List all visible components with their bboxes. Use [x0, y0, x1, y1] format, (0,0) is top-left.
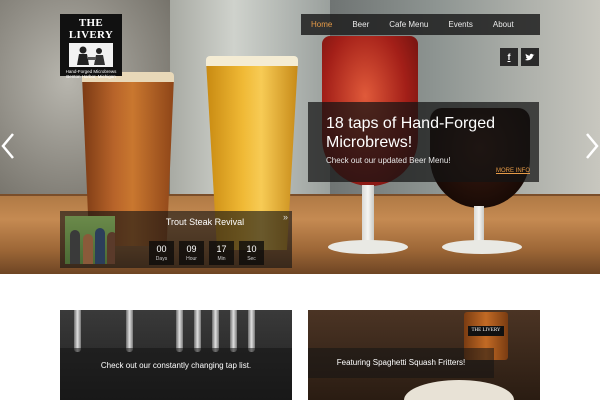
- chevron-left-icon[interactable]: [0, 132, 16, 165]
- event-countdown-widget: Trout Steak Revival » 00 Days 09 Hour 17…: [60, 211, 292, 268]
- countdown-days-unit: Days: [155, 256, 168, 262]
- countdown-seconds-unit: Sec: [247, 256, 256, 262]
- countdown-days: 00 Days: [149, 241, 174, 265]
- dark-goblet-base: [442, 240, 522, 254]
- cafe-special-card[interactable]: THE LIVERY Featuring Spaghetti Squash Fr…: [308, 310, 540, 400]
- mug-logo: THE LIVERY: [468, 326, 504, 336]
- beer-tap: [230, 310, 237, 352]
- slide-title: 18 taps of Hand-Forged Microbrews!: [326, 115, 495, 151]
- beer-tap: [212, 310, 219, 352]
- event-thumbnail[interactable]: [65, 216, 115, 264]
- countdown-hours: 09 Hour: [179, 241, 204, 265]
- facebook-icon[interactable]: f: [500, 48, 518, 66]
- slide-subtitle: Check out our updated Beer Menu!: [326, 156, 451, 165]
- countdown-minutes: 17 Min: [209, 241, 234, 265]
- main-navigation: Home Beer Cafe Menu Events About: [301, 14, 540, 35]
- beer-tap: [74, 310, 81, 352]
- logo-illustration: [69, 43, 113, 67]
- nav-item-cafe-menu[interactable]: Cafe Menu: [379, 20, 438, 29]
- logo-title: THE LIVERY: [68, 17, 114, 41]
- more-info-link[interactable]: MORE INFO: [496, 168, 530, 174]
- beer-tap: [176, 310, 183, 352]
- countdown-days-value: 00: [156, 244, 167, 254]
- tap-list-label: Check out our constantly changing tap li…: [100, 361, 252, 370]
- beer-tap: [248, 310, 255, 352]
- countdown-hours-unit: Hour: [186, 256, 197, 262]
- red-goblet-stem: [362, 185, 374, 243]
- beer-tap: [126, 310, 133, 352]
- golden-beer-foam: [206, 56, 298, 66]
- nav-item-beer[interactable]: Beer: [342, 20, 379, 29]
- countdown-minutes-value: 17: [216, 244, 227, 254]
- nav-item-about[interactable]: About: [483, 20, 524, 29]
- twitter-icon[interactable]: [521, 48, 539, 66]
- food-plate: [404, 380, 514, 400]
- red-goblet-base: [328, 240, 408, 254]
- nav-item-home[interactable]: Home: [301, 20, 342, 29]
- countdown-minutes-unit: Min: [217, 256, 226, 262]
- nav-item-events[interactable]: Events: [438, 20, 482, 29]
- expand-icon[interactable]: »: [283, 212, 288, 222]
- countdown-seconds-value: 10: [246, 244, 257, 254]
- event-title[interactable]: Trout Steak Revival: [120, 217, 290, 227]
- card-overlay: [60, 348, 292, 400]
- site-logo[interactable]: THE LIVERY Hand-Forged Microbrews Benton…: [60, 14, 122, 79]
- slide-caption: 18 taps of Hand-Forged Microbrews! Check…: [308, 102, 539, 182]
- tap-list-card[interactable]: Check out our constantly changing tap li…: [60, 310, 292, 400]
- logo-location: Benton Harbor, Michigan: [66, 74, 116, 79]
- chevron-right-icon[interactable]: [584, 132, 600, 165]
- countdown-hours-value: 09: [186, 244, 197, 254]
- cafe-special-label: Featuring Spaghetti Squash Fritters!: [336, 358, 466, 367]
- countdown-seconds: 10 Sec: [239, 241, 264, 265]
- beer-tap: [194, 310, 201, 352]
